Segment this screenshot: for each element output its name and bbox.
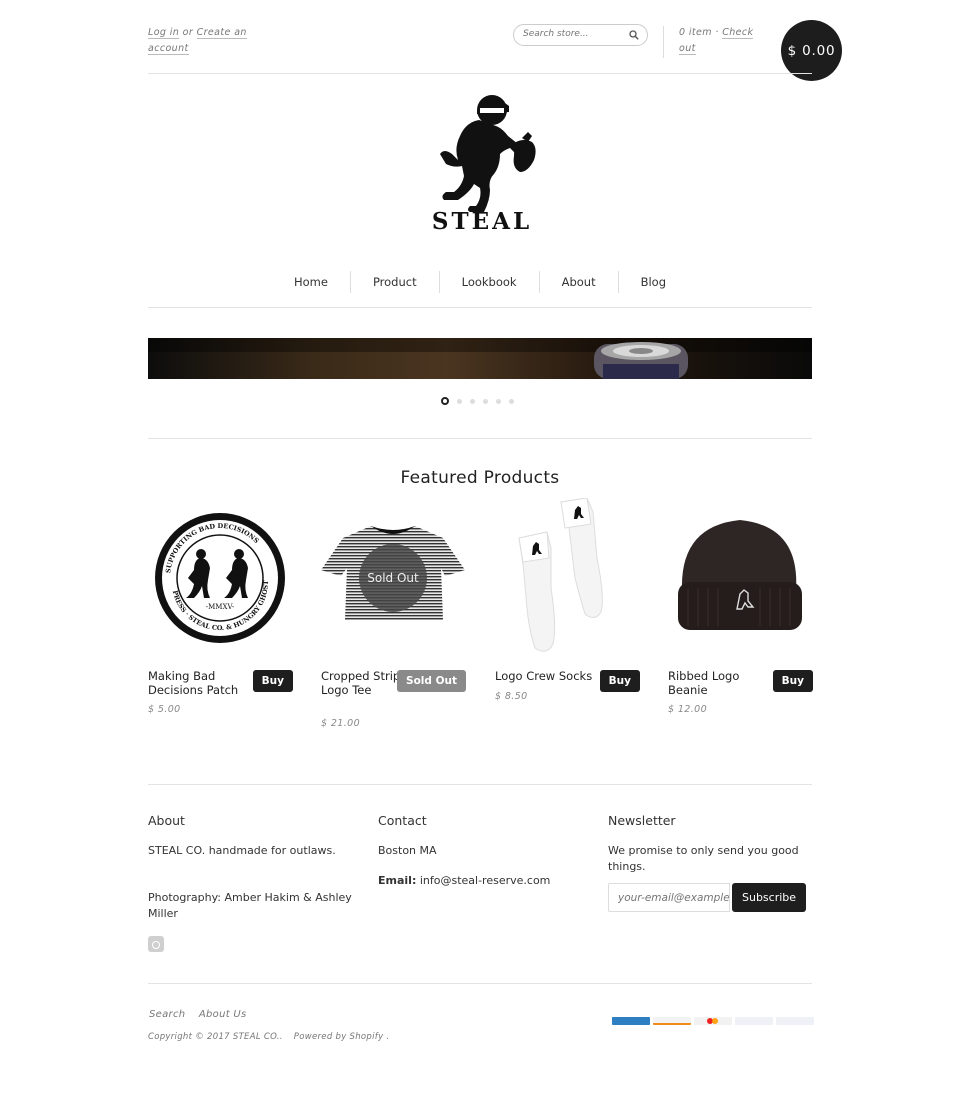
beanie-image <box>678 520 802 630</box>
visa-icon <box>776 1017 814 1025</box>
footer-about: About STEAL CO. handmade for outlaws. Ph… <box>148 813 353 952</box>
login-link[interactable]: Log in <box>148 27 180 39</box>
cart-item-count: 0 item <box>679 27 712 38</box>
search-input[interactable] <box>523 29 623 39</box>
header-divider <box>663 26 664 58</box>
sold-out-badge: Sold Out <box>359 544 427 612</box>
newsletter-form: Subscribe <box>608 883 812 912</box>
search-box <box>513 24 648 46</box>
footer-links: Search About Us <box>149 1009 257 1020</box>
product-price: $ 8.50 <box>495 691 528 702</box>
featured-products-title: Featured Products <box>400 468 560 488</box>
subscribe-button[interactable]: Subscribe <box>732 883 807 912</box>
buy-button[interactable]: Buy <box>599 670 640 692</box>
footer-link-search[interactable]: Search <box>149 1009 185 1020</box>
cart-separator: · <box>715 27 719 38</box>
svg-text:-MMXV-: -MMXV- <box>206 603 235 611</box>
product-price: $ 12.00 <box>668 704 708 715</box>
logo-wordmark: STEAL <box>432 208 532 234</box>
paypal-icon <box>735 1017 773 1025</box>
hero-slide-image <box>148 338 812 379</box>
footer-city: Boston MA <box>378 844 437 857</box>
or-text: or <box>182 27 194 38</box>
product-card: Sold Out Cropped Striped Logo Tee $ 21.0… <box>321 498 466 729</box>
hero-slideshow[interactable] <box>148 338 812 379</box>
footer-contact: Contact Boston MA Email: info@steal-rese… <box>378 813 588 903</box>
footer-newsletter: Newsletter We promise to only send you g… <box>608 813 812 912</box>
product-name[interactable]: Logo Crew Socks <box>495 669 593 684</box>
slide-dot[interactable] <box>509 398 514 404</box>
product-card: Logo Crew Socks $ 8.50 Buy <box>495 497 640 702</box>
footer-top-rule <box>148 784 812 785</box>
sold-out-button: Sold Out <box>397 670 466 692</box>
contact-email-link[interactable]: info@steal-reserve.com <box>420 874 551 887</box>
product-price: $ 5.00 <box>148 704 181 715</box>
cart-total-button[interactable]: $ 0.00 <box>781 20 842 81</box>
steal-logo[interactable]: STEAL <box>424 88 540 234</box>
newsletter-email-input[interactable] <box>608 883 730 912</box>
nav-home[interactable]: Home <box>272 268 350 296</box>
nav-blog[interactable]: Blog <box>619 268 688 296</box>
cart-info: 0 item · Check out <box>679 25 759 57</box>
buy-button[interactable]: Buy <box>772 670 813 692</box>
instagram-icon[interactable] <box>148 936 164 952</box>
slideshow-dots <box>441 397 522 405</box>
slideshow-rule <box>148 438 812 439</box>
footer-link-about-us[interactable]: About Us <box>199 1009 247 1020</box>
nav-product[interactable]: Product <box>351 268 439 296</box>
product-name[interactable]: Making Bad Decisions Patch <box>148 669 246 697</box>
product-image-link[interactable] <box>668 498 813 658</box>
slide-dot[interactable] <box>441 397 449 405</box>
footer-contact-heading: Contact <box>378 813 427 828</box>
powered-by-link[interactable]: Powered by Shopify . <box>294 1032 390 1042</box>
slide-dot[interactable] <box>483 398 488 404</box>
product-card: -MMXV- SUPPORTING BAD DECISIONS PRESS · … <box>148 498 293 715</box>
patch-image: -MMXV- SUPPORTING BAD DECISIONS PRESS · … <box>155 513 285 643</box>
main-nav: Home Product Lookbook About Blog <box>148 268 812 296</box>
mastercard-icon <box>694 1017 732 1025</box>
slide-dot[interactable] <box>496 398 501 404</box>
nav-rule <box>148 307 812 308</box>
newsletter-text: We promise to only send you good things. <box>608 844 799 873</box>
product-image-link[interactable]: -MMXV- SUPPORTING BAD DECISIONS PRESS · … <box>148 498 293 658</box>
nav-about[interactable]: About <box>540 268 618 296</box>
footer-email-line: Email: info@steal-reserve.com <box>378 873 588 889</box>
discover-icon <box>653 1017 691 1025</box>
footer-newsletter-heading: Newsletter <box>608 813 676 828</box>
slide-dot[interactable] <box>457 398 462 404</box>
product-price: $ 21.00 <box>321 718 361 729</box>
product-image-link[interactable]: Sold Out <box>321 498 466 658</box>
footer-bottom-rule <box>148 983 812 984</box>
footer-photography-credit: Photography: Amber Hakim & Ashley Miller <box>148 891 352 920</box>
copyright-text: Copyright © 2017 STEAL CO.. <box>148 1032 283 1042</box>
footer-about-text: STEAL CO. handmade for outlaws. <box>148 844 336 857</box>
footer-about-heading: About <box>148 813 185 828</box>
product-name[interactable]: Ribbed Logo Beanie <box>668 669 766 697</box>
search-icon[interactable] <box>629 30 639 40</box>
product-card: Ribbed Logo Beanie $ 12.00 Buy <box>668 498 813 715</box>
socks-image <box>518 497 603 652</box>
buy-button[interactable]: Buy <box>252 670 293 692</box>
payment-icons <box>612 1017 817 1025</box>
slide-dot[interactable] <box>470 398 475 404</box>
product-image-link[interactable] <box>495 497 640 658</box>
nav-lookbook[interactable]: Lookbook <box>440 268 539 296</box>
email-label: Email: <box>378 874 417 887</box>
header-rule <box>148 73 812 74</box>
american-express-icon <box>612 1017 650 1025</box>
copyright: Copyright © 2017 STEAL CO.. Powered by S… <box>148 1032 397 1042</box>
account-links: Log in or Create an account <box>148 25 258 57</box>
